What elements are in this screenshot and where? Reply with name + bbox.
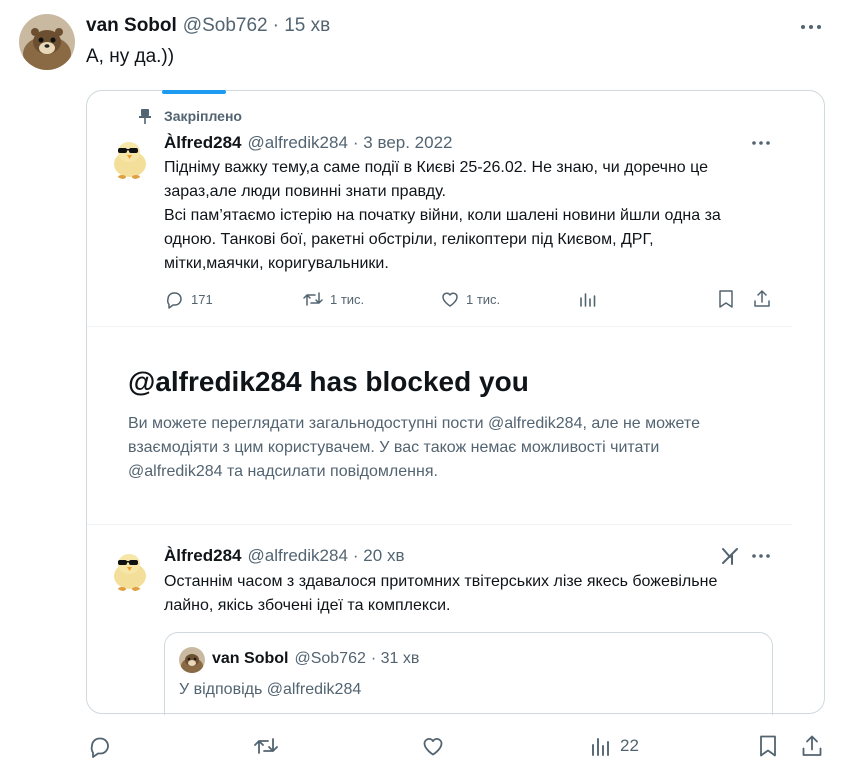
heart-icon [440,289,460,309]
nested-quote-header: van Sobol @Sob762 · 31 хв [212,650,419,668]
divider [87,524,792,525]
recent-more-icon[interactable] [751,549,771,563]
pinned-like-button[interactable]: 1 тис. [440,289,500,309]
nested-reply-to: У відповідь @alfredik284 [179,681,362,698]
grok-icon[interactable] [721,546,741,566]
blocked-title: @alfredik284 has blocked you [128,366,529,397]
nested-avatar[interactable] [179,647,205,673]
pinned-tweet-header: Àlfred284 @alfredik284 · 3 вер. 2022 [164,132,453,154]
recent-timestamp[interactable]: · 20 хв [353,546,405,566]
outer-tweet-header: van Sobol @Sob762 · 15 хв [86,14,330,38]
outer-bookmark-icon[interactable] [757,734,779,758]
retweet-icon [302,289,324,309]
pinned-line: мітки,маячки, коригувальники. [164,255,389,272]
recent-tweet-header: Àlfred284 @alfredik284 · 20 хв [164,545,404,567]
pinned-bookmark-icon[interactable] [717,289,735,309]
recent-line: Останнім часом з здавалося притомних тві… [164,573,718,590]
outer-share-icon[interactable] [800,734,824,758]
pinned-handle[interactable]: @alfredik284 [247,133,347,153]
blocked-message: Ви можете переглядати загальнодоступні п… [128,412,788,484]
pinned-line: Всі пам’ятаємо істерію на початку війни,… [164,207,721,224]
pinned-timestamp[interactable]: · 3 вер. 2022 [353,133,453,153]
outer-tweet-text: А, ну да.)) [86,46,175,67]
nested-timestamp: · 31 хв [370,650,420,667]
pinned-reply-count: 171 [191,291,213,307]
outer-timestamp[interactable]: · 15 хв [273,15,331,37]
recent-line: лайно, якісь збочені ідеї та комплекси. [164,597,451,614]
pinned-reply-button[interactable]: 171 [164,289,213,309]
nested-display-name: van Sobol [212,650,289,667]
outer-more-icon[interactable] [800,18,822,36]
pin-icon [138,108,152,124]
outer-like-icon[interactable] [421,734,445,758]
pinned-retweet-count: 1 тис. [330,291,365,307]
outer-display-name[interactable]: van Sobol [86,15,177,37]
outer-views-count: 22 [620,736,639,755]
pinned-avatar[interactable] [106,134,152,180]
pinned-line: Підніму важку тему,а саме події в Києві … [164,159,708,176]
pinned-views-icon[interactable] [578,289,598,309]
pinned-display-name[interactable]: Àlfred284 [164,133,241,153]
outer-handle[interactable]: @Sob762 [183,15,268,37]
divider [87,326,792,327]
outer-avatar[interactable] [19,14,75,70]
pinned-like-count: 1 тис. [466,291,501,307]
reply-icon [164,289,184,309]
pinned-line: зараз,але люди повинні знати правду. [164,183,446,200]
focus-indicator [162,90,226,94]
blocked-line: Ви можете переглядати загальнодоступні п… [128,415,700,432]
pinned-more-icon[interactable] [751,136,771,150]
pinned-share-icon[interactable] [752,289,772,309]
pinned-tweet-text: Підніму важку тему,а саме події в Києві … [164,156,804,276]
pinned-retweet-button[interactable]: 1 тис. [302,289,364,309]
recent-avatar[interactable] [106,546,152,592]
nested-handle: @Sob762 [294,650,366,667]
outer-reply-icon[interactable] [88,734,112,758]
pinned-label: Закріплено [164,108,242,124]
outer-retweet-icon[interactable] [253,734,279,758]
views-icon [590,734,612,758]
blocked-line: взаємодіяти з цим користувачем. У вас та… [128,439,660,456]
outer-views-button[interactable]: 22 [590,734,639,758]
recent-display-name[interactable]: Àlfred284 [164,546,241,566]
recent-tweet-text: Останнім часом з здавалося притомних тві… [164,570,784,618]
recent-handle[interactable]: @alfredik284 [247,546,347,566]
pinned-line: одною. Танкові бої, ракетні обстріли, ге… [164,231,654,248]
blocked-line: @alfredik284 та надсилати повідомлення. [128,463,438,480]
